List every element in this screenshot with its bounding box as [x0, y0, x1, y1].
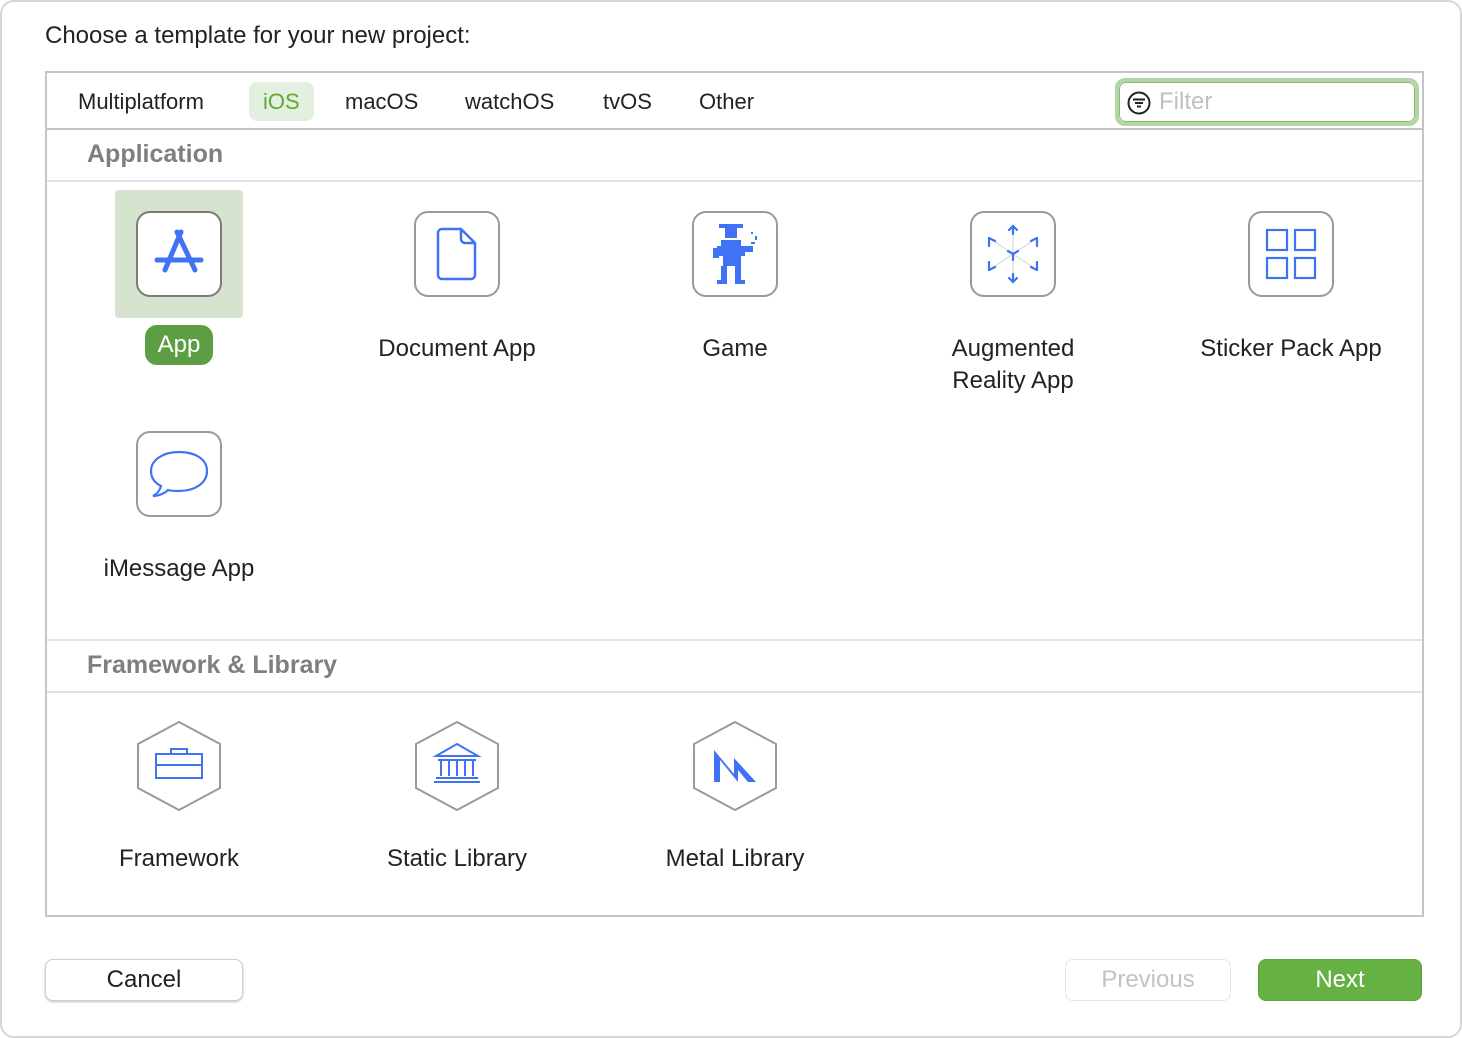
app-store-icon	[136, 211, 222, 297]
label-line: Augmented	[951, 335, 1075, 362]
template-label: Sticker Pack App	[1200, 335, 1382, 362]
section-header-application: Application	[47, 130, 1422, 182]
library-building-icon	[415, 720, 499, 812]
template-imessage-app[interactable]: iMessage App	[69, 410, 289, 590]
template-label: iMessage App	[103, 555, 255, 582]
template-sticker-pack-app[interactable]: Sticker Pack App	[1181, 190, 1401, 380]
game-character-icon	[692, 211, 778, 297]
template-label: App	[144, 325, 214, 365]
template-label: Framework	[118, 845, 239, 872]
template-label: Document App	[378, 335, 536, 362]
template-label: Static Library	[386, 845, 528, 872]
section-header-framework-library: Framework & Library	[47, 639, 1422, 693]
template-augmented-reality-app[interactable]: Augmented Reality App	[903, 190, 1123, 410]
template-label: Game	[702, 335, 768, 362]
filter-field[interactable]	[1115, 78, 1419, 126]
tab-multiplatform[interactable]: Multiplatform	[64, 82, 218, 121]
document-icon	[414, 211, 500, 297]
filter-icon	[1127, 91, 1151, 115]
label-line: Reality App	[952, 367, 1074, 394]
dialog-title: Choose a template for your new project:	[45, 22, 471, 49]
next-button[interactable]: Next	[1258, 959, 1422, 1001]
template-app[interactable]: App	[69, 190, 289, 380]
grid-icon	[1248, 211, 1334, 297]
template-label: Augmented Reality App	[940, 331, 1087, 399]
tab-macos[interactable]: macOS	[331, 82, 432, 121]
cancel-button[interactable]: Cancel	[45, 959, 243, 1001]
filter-input[interactable]	[1159, 86, 1399, 118]
metal-icon	[693, 720, 777, 812]
template-game[interactable]: Game	[625, 190, 845, 380]
template-framework[interactable]: Framework	[69, 720, 289, 880]
template-browser: Multiplatform iOS macOS watchOS tvOS Oth…	[45, 71, 1424, 917]
previous-button[interactable]: Previous	[1065, 959, 1231, 1001]
speech-bubble-icon	[136, 431, 222, 517]
platform-tabs: Multiplatform iOS macOS watchOS tvOS Oth…	[47, 73, 1422, 130]
template-label: Metal Library	[665, 845, 805, 872]
template-static-library[interactable]: Static Library	[347, 720, 567, 880]
new-project-dialog: Choose a template for your new project: …	[0, 0, 1462, 1038]
tab-watchos[interactable]: watchOS	[451, 82, 568, 121]
tab-other[interactable]: Other	[685, 82, 768, 121]
framework-toolbox-icon	[137, 720, 221, 812]
ar-cube-icon	[970, 211, 1056, 297]
template-metal-library[interactable]: Metal Library	[625, 720, 845, 880]
tab-ios[interactable]: iOS	[249, 82, 314, 121]
tab-tvos[interactable]: tvOS	[589, 82, 666, 121]
template-document-app[interactable]: Document App	[347, 190, 567, 380]
